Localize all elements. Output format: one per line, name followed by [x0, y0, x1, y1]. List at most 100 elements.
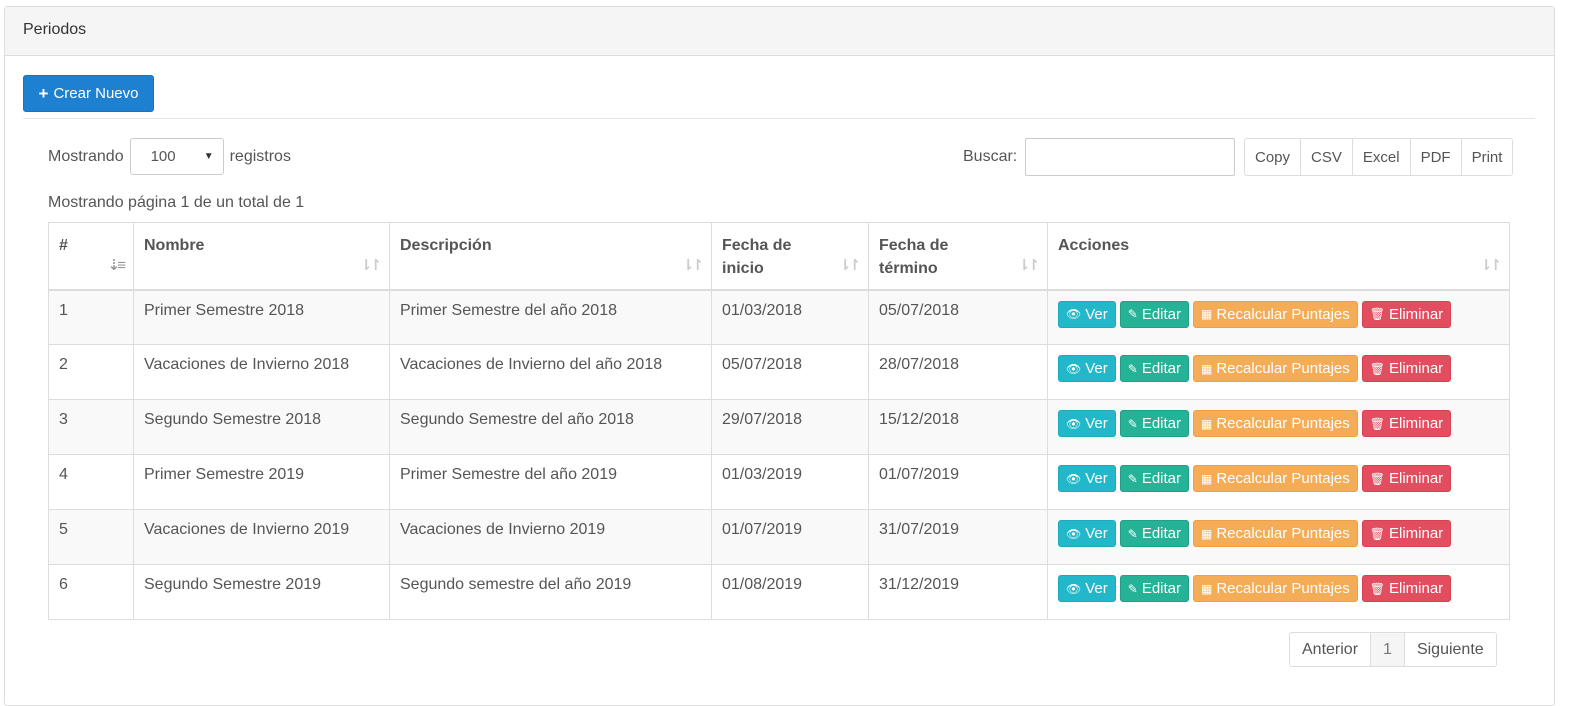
cell-name: Vacaciones de Invierno 2019 [133, 509, 390, 565]
cell-description: Segundo Semestre del año 2018 [389, 399, 712, 455]
cell-start-date: 05/07/2018 [711, 344, 869, 400]
view-button[interactable]: 👁 Ver [1058, 520, 1116, 547]
export-print-button[interactable]: Print [1460, 138, 1514, 176]
recalculate-button[interactable]: ▦ Recalcular Puntajes [1193, 355, 1358, 382]
trash-icon: 🗑 [1369, 581, 1385, 596]
cell-description: Vacaciones de Invierno 2019 [389, 509, 712, 565]
calculator-icon: ▦ [1201, 416, 1213, 431]
edit-button[interactable]: ✎ Editar [1119, 410, 1189, 437]
export-pdf-button[interactable]: PDF [1409, 138, 1462, 176]
cell-number: 5 [48, 509, 134, 565]
cell-name: Primer Semestre 2018 [133, 289, 390, 345]
column-header-name[interactable]: Nombre ⇂↾ [133, 222, 390, 291]
edit-button-label: Editar [1141, 360, 1181, 377]
edit-button[interactable]: ✎ Editar [1119, 465, 1189, 492]
edit-button[interactable]: ✎ Editar [1119, 575, 1189, 602]
eye-icon: 👁 [1066, 581, 1082, 596]
recalculate-button[interactable]: ▦ Recalcular Puntajes [1193, 520, 1358, 547]
column-header-end-date[interactable]: Fecha de término ⇂↾ [868, 222, 1048, 291]
cell-start-date: 29/07/2018 [711, 399, 869, 455]
pagination-next[interactable]: Siguiente [1403, 632, 1497, 667]
search-input[interactable] [1025, 138, 1236, 176]
export-copy-button[interactable]: Copy [1244, 138, 1302, 176]
recalculate-button[interactable]: ▦ Recalcular Puntajes [1193, 465, 1358, 492]
cell-actions: 👁 Ver ✎ Editar ▦ Recalcular Puntajes 🗑 Eliminar [1047, 289, 1510, 345]
cell-actions: 👁 Ver ✎ Editar ▦ Recalcular Puntajes 🗑 Eliminar [1047, 344, 1510, 400]
column-header-number[interactable]: # ⇣≡ [48, 222, 134, 291]
table-row: 3 Segundo Semestre 2018 Segundo Semestre d… [48, 399, 1510, 455]
column-header-start-date[interactable]: Fecha de inicio ⇂↾ [711, 222, 869, 291]
view-button[interactable]: 👁 Ver [1058, 410, 1116, 437]
cell-description: Primer Semestre del año 2018 [389, 289, 712, 345]
view-button[interactable]: 👁 Ver [1058, 465, 1116, 492]
view-button[interactable]: 👁 Ver [1058, 575, 1116, 602]
cell-name: Segundo Semestre 2019 [133, 564, 390, 620]
recalculate-button[interactable]: ▦ Recalcular Puntajes [1193, 575, 1358, 602]
sort-icon: ⇂↾ [1479, 256, 1502, 274]
trash-icon: 🗑 [1369, 307, 1385, 321]
cell-actions: 👁 Ver ✎ Editar ▦ Recalcular Puntajes 🗑 Eliminar [1047, 454, 1510, 510]
pagination-page[interactable]: 1 [1370, 632, 1405, 667]
search-label: Buscar: [963, 148, 1018, 165]
row-actions: 👁 Ver ✎ Editar ▦ Recalcular Puntajes 🗑 Eliminar [1058, 300, 1499, 328]
cell-actions: 👁 Ver ✎ Editar ▦ Recalcular Puntajes 🗑 Eliminar [1047, 564, 1510, 620]
recalculate-button[interactable]: ▦ Recalcular Puntajes [1193, 410, 1358, 437]
sort-icon: ⇂↾ [681, 256, 704, 274]
calculator-icon: ▦ [1201, 307, 1213, 321]
delete-button[interactable]: 🗑 Eliminar [1361, 410, 1452, 437]
create-new-button[interactable]: + Crear Nuevo [23, 75, 154, 112]
delete-button[interactable]: 🗑 Eliminar [1361, 300, 1452, 328]
pagination-prev[interactable]: Anterior [1289, 632, 1372, 667]
row-actions: 👁 Ver ✎ Editar ▦ Recalcular Puntajes 🗑 Eliminar [1058, 410, 1499, 437]
page-length-value: 100 [150, 148, 176, 165]
cell-end-date: 15/12/2018 [868, 399, 1048, 455]
plus-icon: + [38, 84, 49, 103]
cell-description: Vacaciones de Invierno del año 2018 [389, 344, 712, 400]
delete-button[interactable]: 🗑 Eliminar [1361, 520, 1452, 547]
eye-icon: 👁 [1066, 361, 1082, 376]
delete-button[interactable]: 🗑 Eliminar [1361, 575, 1452, 602]
delete-button[interactable]: 🗑 Eliminar [1361, 465, 1452, 492]
export-excel-button[interactable]: Excel [1351, 138, 1411, 176]
edit-button-label: Editar [1141, 580, 1181, 597]
edit-button[interactable]: ✎ Editar [1119, 355, 1189, 382]
recalculate-button[interactable]: ▦ Recalcular Puntajes [1193, 300, 1358, 328]
edit-button-label: Editar [1141, 305, 1181, 323]
chevron-down-icon: ▼ [203, 151, 214, 162]
edit-icon: ✎ [1127, 361, 1138, 376]
sort-icon: ⇣≡ [107, 256, 126, 274]
edit-button[interactable]: ✎ Editar [1119, 520, 1189, 547]
cell-start-date: 01/08/2019 [711, 564, 869, 620]
calculator-icon: ▦ [1201, 471, 1213, 486]
table-row: 1 Primer Semestre 2018 Primer Semestre del… [48, 289, 1510, 345]
eye-icon: 👁 [1066, 307, 1082, 321]
sort-icon: ⇂↾ [838, 256, 861, 274]
view-button[interactable]: 👁 Ver [1058, 300, 1116, 328]
column-header-description[interactable]: Descripción ⇂↾ [389, 222, 712, 291]
eye-icon: 👁 [1066, 416, 1082, 431]
edit-icon: ✎ [1127, 526, 1138, 541]
view-button[interactable]: 👁 Ver [1058, 355, 1116, 382]
cell-end-date: 31/07/2019 [868, 509, 1048, 565]
view-button-label: Ver [1085, 360, 1108, 377]
page-length-select[interactable]: 100 ▼ [129, 138, 224, 175]
cell-number: 6 [48, 564, 134, 620]
cell-end-date: 31/12/2019 [868, 564, 1048, 620]
row-actions: 👁 Ver ✎ Editar ▦ Recalcular Puntajes 🗑 Eliminar [1058, 520, 1499, 547]
recalculate-button-label: Recalcular Puntajes [1216, 305, 1350, 323]
length-control: Mostrando 100 ▼ registros [48, 138, 291, 175]
delete-button[interactable]: 🗑 Eliminar [1361, 355, 1452, 382]
cell-number: 1 [48, 289, 134, 345]
cell-description: Primer Semestre del año 2019 [389, 454, 712, 510]
column-header-actions[interactable]: Acciones ⇂↾ [1047, 222, 1510, 291]
export-csv-button[interactable]: CSV [1300, 138, 1353, 176]
calculator-icon: ▦ [1201, 361, 1213, 376]
row-actions: 👁 Ver ✎ Editar ▦ Recalcular Puntajes 🗑 Eliminar [1058, 575, 1499, 602]
edit-button-label: Editar [1141, 470, 1181, 487]
cell-actions: 👁 Ver ✎ Editar ▦ Recalcular Puntajes 🗑 Eliminar [1047, 399, 1510, 455]
row-actions: 👁 Ver ✎ Editar ▦ Recalcular Puntajes 🗑 Eliminar [1058, 465, 1499, 492]
length-prefix: Mostrando [48, 147, 124, 165]
recalculate-button-label: Recalcular Puntajes [1216, 470, 1350, 487]
edit-button[interactable]: ✎ Editar [1119, 300, 1189, 328]
cell-name: Vacaciones de Invierno 2018 [133, 344, 390, 400]
